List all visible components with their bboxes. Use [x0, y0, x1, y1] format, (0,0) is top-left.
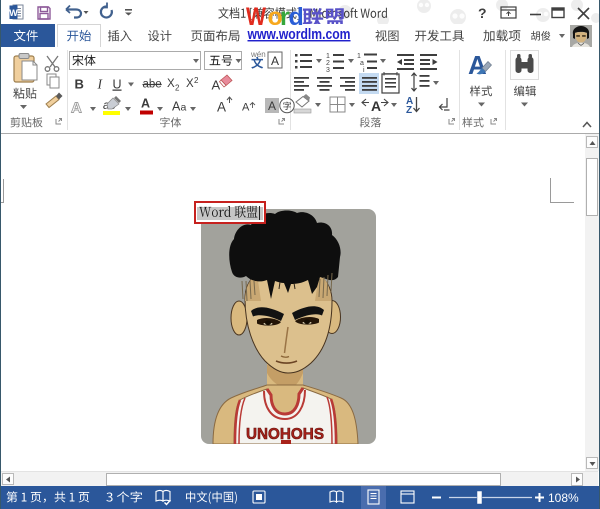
svg-text:www.wordlm.com: www.wordlm.com — [247, 27, 351, 43]
